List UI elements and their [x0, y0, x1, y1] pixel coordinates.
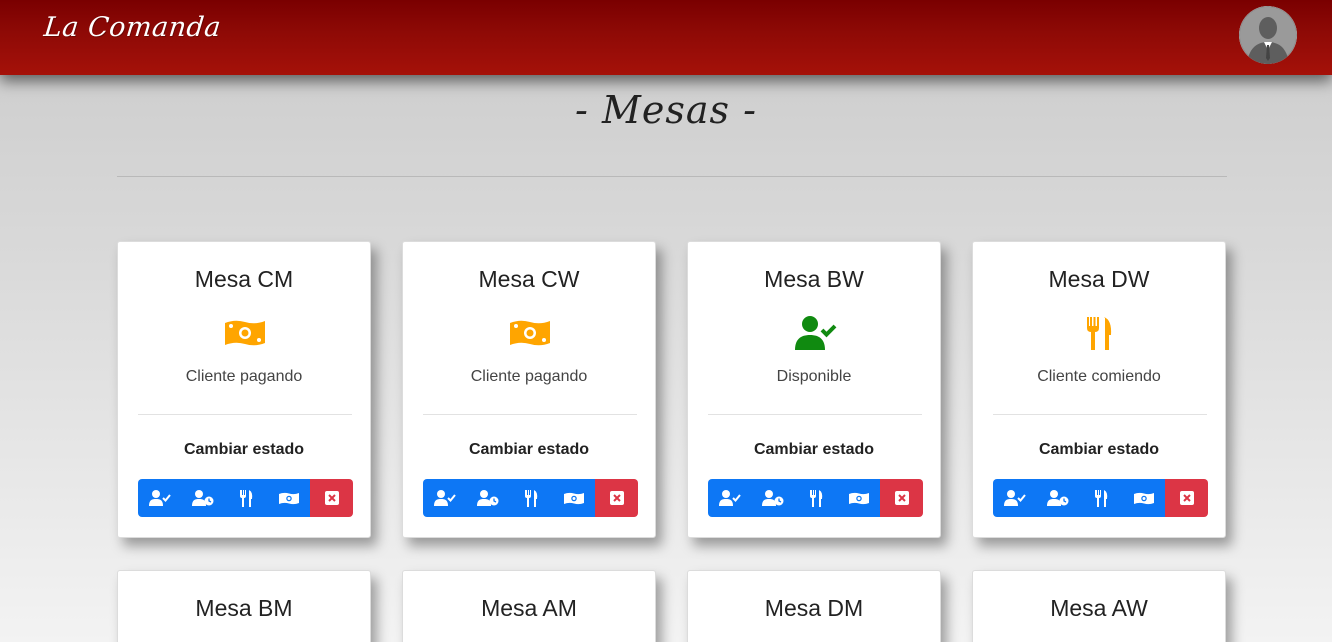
set-available-button[interactable]: [993, 479, 1036, 517]
table-name: Mesa DM: [764, 595, 864, 621]
user-clock-icon: [1046, 490, 1068, 506]
money-bill-icon: [848, 492, 869, 504]
close-table-button[interactable]: [595, 479, 638, 517]
change-state-label: Cambiar estado: [753, 441, 875, 458]
close-icon: [894, 491, 909, 505]
user-check-icon: [793, 315, 837, 351]
change-state-label: Cambiar estado: [468, 441, 590, 458]
close-table-button[interactable]: [880, 479, 923, 517]
table-card: Mesa CM Cliente pagando Cambiar estado: [117, 241, 371, 538]
user-check-icon: [718, 490, 741, 506]
money-bill-icon: [1133, 492, 1154, 504]
user-check-icon: [1003, 490, 1026, 506]
user-clock-icon: [191, 490, 213, 506]
state-button-group: [993, 479, 1208, 517]
change-state-label: Cambiar estado: [1038, 441, 1160, 458]
table-name: Mesa CW: [478, 266, 580, 292]
user-check-icon: [148, 490, 171, 506]
set-available-button[interactable]: [138, 479, 181, 517]
page-title: - Mesas -: [575, 88, 757, 132]
card-divider: [993, 414, 1207, 415]
user-clock-icon: [761, 490, 783, 506]
user-clock-icon: [476, 490, 498, 506]
user-check-icon: [433, 490, 456, 506]
set-waiting-button[interactable]: [466, 479, 509, 517]
state-button-group: [423, 479, 638, 517]
set-eating-button[interactable]: [1079, 479, 1122, 517]
state-button-group: [708, 479, 923, 517]
close-table-button[interactable]: [1165, 479, 1208, 517]
table-status: Cliente comiendo: [1037, 368, 1161, 385]
table-name: Mesa CM: [194, 266, 294, 292]
set-eating-button[interactable]: [509, 479, 552, 517]
close-icon: [1179, 491, 1194, 505]
user-avatar[interactable]: [1239, 6, 1297, 64]
set-paying-button[interactable]: [1122, 479, 1165, 517]
table-card: Mesa DM: [687, 570, 941, 642]
money-bill-icon: [223, 315, 267, 351]
set-waiting-button[interactable]: [751, 479, 794, 517]
table-name: Mesa AM: [481, 595, 577, 621]
card-divider: [708, 414, 922, 415]
table-name: Mesa DW: [1048, 266, 1150, 292]
close-icon: [324, 491, 339, 505]
table-status: Disponible: [776, 368, 852, 385]
state-button-group: [138, 479, 353, 517]
set-available-button[interactable]: [708, 479, 751, 517]
navbar: La Comanda: [0, 0, 1332, 75]
table-name: Mesa AW: [1050, 595, 1148, 621]
set-eating-button[interactable]: [794, 479, 837, 517]
user-avatar-icon: [1239, 6, 1297, 64]
card-divider: [423, 414, 637, 415]
title-divider: [117, 176, 1227, 177]
utensils-icon: [524, 489, 537, 507]
money-bill-icon: [278, 492, 299, 504]
table-card: Mesa BW Disponible Cambiar estado: [687, 241, 941, 538]
table-name: Mesa BW: [764, 266, 864, 292]
set-paying-button[interactable]: [267, 479, 310, 517]
table-name: Mesa BM: [195, 595, 293, 621]
table-card: Mesa DW Cliente comiendo Cambiar estado: [972, 241, 1226, 538]
brand-logo[interactable]: La Comanda: [42, 12, 222, 43]
utensils-icon: [809, 489, 822, 507]
table-card: Mesa AM: [402, 570, 656, 642]
set-waiting-button[interactable]: [181, 479, 224, 517]
set-eating-button[interactable]: [224, 479, 267, 517]
set-paying-button[interactable]: [552, 479, 595, 517]
utensils-icon: [1078, 315, 1122, 351]
table-card: Mesa CW Cliente pagando Cambiar estado: [402, 241, 656, 538]
change-state-label: Cambiar estado: [183, 441, 305, 458]
table-status: Cliente pagando: [185, 368, 303, 385]
card-divider: [138, 414, 352, 415]
close-icon: [609, 491, 624, 505]
set-paying-button[interactable]: [837, 479, 880, 517]
close-table-button[interactable]: [310, 479, 353, 517]
set-available-button[interactable]: [423, 479, 466, 517]
utensils-icon: [239, 489, 252, 507]
set-waiting-button[interactable]: [1036, 479, 1079, 517]
money-bill-icon: [508, 315, 552, 351]
table-card: Mesa AW: [972, 570, 1226, 642]
money-bill-icon: [563, 492, 584, 504]
utensils-icon: [1094, 489, 1107, 507]
table-status: Cliente pagando: [470, 368, 588, 385]
table-card: Mesa BM: [117, 570, 371, 642]
